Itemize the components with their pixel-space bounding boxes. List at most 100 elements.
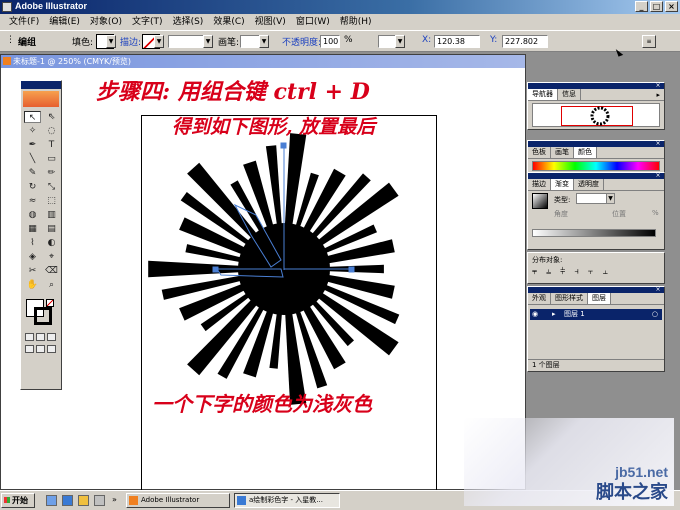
full-screen-menu-icon[interactable] [36,345,45,353]
tab-layers[interactable]: 图层 [588,293,611,304]
expand-arrow-icon[interactable]: ▸ [552,309,556,320]
menu-object[interactable]: 对象(O) [85,15,127,29]
fill-dropdown-icon[interactable]: ▼ [106,35,116,48]
menu-type[interactable]: 文字(T) [127,15,168,29]
none-mode-icon[interactable] [47,333,56,341]
scissors-tool-icon[interactable]: ✂ [24,265,41,277]
magic-wand-tool-icon[interactable]: ✧ [24,125,41,137]
stroke-dropdown-icon[interactable]: ▼ [154,35,164,48]
menu-help[interactable]: 帮助(H) [335,15,377,29]
mesh-tool-icon[interactable]: ▦ [24,223,41,235]
zoom-tool-icon[interactable]: ⌕ [43,279,60,291]
gradient-preview[interactable] [532,193,548,209]
warp-tool-icon[interactable]: ≈ [24,195,41,207]
slice-tool-icon[interactable]: ⌖ [43,251,60,263]
stroke-weight-dropdown-icon[interactable]: ▼ [203,35,213,48]
layer-target-icon[interactable]: ○ [652,309,658,320]
stroke-weight-field[interactable] [168,35,204,48]
menu-file[interactable]: 文件(F) [4,15,44,29]
layer-row[interactable]: ◉ ▸ 图层 1 ○ [530,309,662,320]
blend-tool-icon[interactable]: ◐ [43,237,60,249]
distribute-hcenter-icon[interactable]: ⫟ [588,267,593,277]
live-paint-tool-icon[interactable]: ◈ [24,251,41,263]
start-button[interactable]: 开始 [1,493,35,508]
gradient-location-label: 位置 [612,210,626,218]
browser-icon[interactable] [62,495,73,506]
eraser-tool-icon[interactable]: ⌫ [43,265,60,277]
distribute-vcenter-icon[interactable]: ⫨ [546,267,551,277]
tab-transparency[interactable]: 透明度 [574,179,604,190]
x-coordinate-field[interactable]: 120.38 [434,35,480,48]
brush-field[interactable] [240,35,260,48]
menu-effect[interactable]: 效果(C) [208,15,249,29]
tools-palette-header[interactable] [21,81,61,89]
tab-color[interactable]: 颜色 [574,147,597,158]
media-icon[interactable] [94,495,105,506]
distribute-left-icon[interactable]: ⫞ [574,267,579,277]
navigator-menu-icon[interactable]: ▸ [656,91,660,99]
style-field[interactable] [378,35,396,48]
color-close-icon[interactable]: × [654,141,662,147]
taskbar-illustrator[interactable]: Adobe Illustrator [126,493,230,508]
scale-tool-icon[interactable]: ⤡ [43,181,60,193]
opacity-field[interactable]: 100 [320,35,340,48]
pen-tool-icon[interactable]: ✒ [24,139,41,151]
gradient-close-icon[interactable]: × [654,173,662,179]
type-tool-icon[interactable]: T [43,139,60,151]
direct-selection-tool-icon[interactable]: ⇖ [43,111,60,123]
tab-gradient[interactable]: 渐变 [551,179,574,190]
graph-tool-icon[interactable]: ▥ [43,209,60,221]
gradient-type-dropdown-icon[interactable]: ▼ [606,193,615,204]
rotate-tool-icon[interactable]: ↻ [24,181,41,193]
menu-window[interactable]: 窗口(W) [291,15,335,29]
navigator-close-icon[interactable]: × [654,83,662,89]
color-mode-icon[interactable] [25,333,34,341]
navigator-thumbnail[interactable] [532,103,660,127]
layers-close-icon[interactable]: × [654,287,662,293]
control-menu-icon[interactable]: ≡ [642,35,656,48]
line-tool-icon[interactable]: ╲ [24,153,41,165]
eye-icon[interactable]: ◉ [532,309,538,320]
eyedropper-tool-icon[interactable]: ⌇ [24,237,41,249]
distribute-right-icon[interactable]: ⫠ [602,267,607,277]
gradient-mode-icon[interactable] [36,333,45,341]
menu-view[interactable]: 视图(V) [250,15,291,29]
brush-dropdown-icon[interactable]: ▼ [259,35,269,48]
minimize-button[interactable]: _ [635,1,648,12]
lasso-tool-icon[interactable]: ◌ [43,125,60,137]
free-transform-tool-icon[interactable]: ⬚ [43,195,60,207]
standard-screen-icon[interactable] [25,345,34,353]
close-button[interactable]: × [665,1,678,12]
rectangle-tool-icon[interactable]: ▭ [43,153,60,165]
menu-select[interactable]: 选择(S) [168,15,209,29]
show-desktop-icon[interactable] [46,495,57,506]
gradient-tool-icon[interactable]: ▤ [43,223,60,235]
selection-tool-icon[interactable]: ↖ [24,111,41,123]
pencil-tool-icon[interactable]: ✏ [43,167,60,179]
tab-info[interactable]: 信息 [558,89,581,100]
tab-brushes[interactable]: 画笔 [551,147,574,158]
tab-graphic-styles[interactable]: 图形样式 [551,293,588,304]
y-coordinate-field[interactable]: 227.802 [502,35,548,48]
gradient-slider[interactable] [532,229,656,237]
none-color-icon[interactable] [46,299,54,307]
tab-navigator[interactable]: 导航器 [528,89,558,100]
explorer-icon[interactable] [78,495,89,506]
style-dropdown-icon[interactable]: ▼ [395,35,405,48]
full-screen-icon[interactable] [47,345,56,353]
tab-swatches[interactable]: 色板 [528,147,551,158]
distribute-top-icon[interactable]: ⫧ [532,267,537,277]
maximize-button[interactable]: □ [650,1,663,12]
paintbrush-tool-icon[interactable]: ✎ [24,167,41,179]
color-spectrum[interactable] [532,161,660,171]
fill-stroke-widget[interactable] [26,299,56,325]
stroke-swatch-icon[interactable] [34,307,52,325]
taskbar-chevron-icon[interactable]: » [112,495,123,506]
distribute-bottom-icon[interactable]: ⫩ [560,267,565,277]
menu-edit[interactable]: 编辑(E) [44,15,85,29]
taskbar-browser[interactable]: a绘制彩色字 - 入星教... [234,493,340,508]
hand-tool-icon[interactable]: ✋ [24,279,41,291]
symbol-sprayer-tool-icon[interactable]: ◍ [24,209,41,221]
tab-appearance[interactable]: 外观 [528,293,551,304]
tab-stroke[interactable]: 描边 [528,179,551,190]
